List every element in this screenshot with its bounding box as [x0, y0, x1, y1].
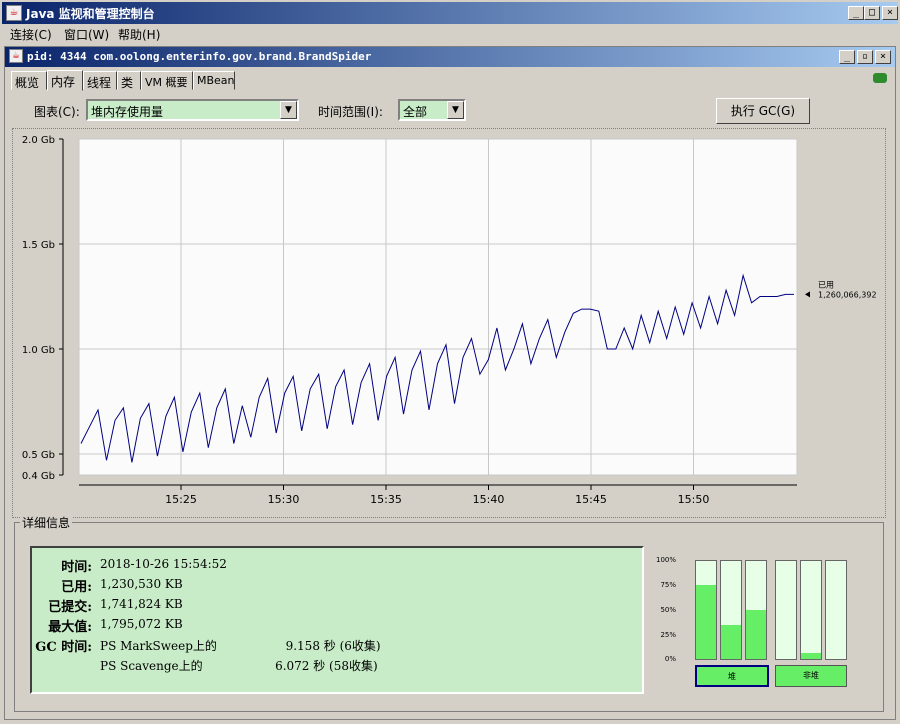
y-tick-label: 1.5 Gb — [22, 240, 55, 251]
chart-container: 2.0 Gb 1.5 Gb 1.0 Gb 0.5 Gb 0.4 Gb 15:25 15:3… — [12, 128, 886, 518]
committed-value: 1,741,824 KB — [100, 597, 183, 611]
pct-label: 75% — [660, 581, 676, 589]
current-value-marker-icon — [805, 291, 810, 298]
heap-pool-bar[interactable] — [745, 560, 767, 660]
range-select[interactable]: 全部 ▼ — [398, 99, 466, 121]
memory-pool-bars: 100% 75% 50% 25% 0% 堆 非堆 — [652, 554, 852, 694]
tab-overview[interactable]: 概览 — [11, 71, 47, 90]
pct-label: 25% — [660, 631, 676, 639]
window-title: Java 监视和管理控制台 — [26, 7, 155, 21]
heap-pool-fill — [746, 610, 766, 659]
y-tick-label: 1.0 Gb — [22, 345, 55, 356]
connection-titlebar[interactable]: ☕ pid: 4344 com.oolong.enterinfo.gov.bra… — [5, 47, 895, 67]
frame-restore-button[interactable]: ▫ — [857, 50, 873, 64]
menu-connect[interactable]: 连接(C) — [10, 26, 52, 43]
x-tick-label: 15:35 — [370, 493, 402, 506]
details-title: 详细信息 — [20, 514, 73, 531]
tab-memory[interactable]: 内存 — [47, 70, 83, 91]
nonheap-pool-fill — [801, 653, 821, 659]
heap-pool-bar[interactable] — [695, 560, 717, 660]
gc-scavenge-value: PS Scavenge上的 6.072 秒 (58收集) — [100, 659, 378, 673]
tab-threads[interactable]: 线程 — [83, 71, 117, 90]
tab-classes[interactable]: 类 — [117, 71, 141, 90]
memory-info: 时间: 2018-10-26 15:54:52 已用: 1,230,530 KB… — [30, 546, 644, 694]
menu-help[interactable]: 帮助(H) — [118, 26, 160, 43]
tab-mbean[interactable]: MBean — [193, 71, 235, 90]
menu-window[interactable]: 窗口(W) — [64, 26, 109, 43]
y-tick-label: 2.0 Gb — [22, 135, 55, 146]
pct-label: 50% — [660, 606, 676, 614]
heap-pool-fill — [721, 624, 741, 659]
heap-button[interactable]: 堆 — [695, 665, 769, 687]
nonheap-pool-bar[interactable] — [825, 560, 847, 660]
heap-usage-chart: 2.0 Gb 1.5 Gb 1.0 Gb 0.5 Gb 0.4 Gb 15:25 15:3… — [22, 135, 877, 506]
connection-status-icon — [873, 73, 887, 83]
time-value: 2018-10-26 15:54:52 — [100, 557, 227, 571]
java-icon: ☕ — [9, 49, 23, 63]
x-tick-label: 15:40 — [473, 493, 505, 506]
maximize-button[interactable]: □ — [864, 6, 880, 20]
y-tick-label: 0.4 Gb — [22, 471, 55, 482]
chevron-down-icon[interactable]: ▼ — [280, 101, 297, 119]
x-tick-label: 15:45 — [575, 493, 607, 506]
used-value: 1,230,530 KB — [100, 577, 183, 591]
committed-key: 已提交: — [48, 600, 92, 615]
frame-minimize-button[interactable]: _ — [839, 50, 855, 64]
connection-title: pid: 4344 com.oolong.enterinfo.gov.brand… — [27, 50, 372, 63]
close-button[interactable]: × — [882, 6, 898, 20]
current-label: 已用 — [818, 280, 834, 289]
heap-pool-fill — [696, 584, 716, 659]
pct-label: 0% — [664, 655, 676, 663]
chart-select[interactable]: 堆内存使用量 ▼ — [86, 99, 299, 121]
max-key: 最大值: — [48, 620, 92, 635]
used-key: 已用: — [61, 580, 92, 595]
x-tick-label: 15:50 — [678, 493, 710, 506]
pct-label: 100% — [655, 556, 676, 564]
current-value: 1,260,066,392 — [818, 290, 877, 299]
range-label: 时间范围(I): — [318, 105, 383, 119]
perform-gc-button[interactable]: 执行 GC(G) — [716, 98, 810, 124]
gc-marksweep-value: PS MarkSweep上的 9.158 秒 (6收集) — [100, 639, 381, 653]
range-select-value: 全部 — [403, 105, 428, 119]
y-tick-label: 0.5 Gb — [22, 450, 55, 461]
gc-time-key: GC 时间: — [35, 640, 92, 655]
frame-close-button[interactable]: × — [875, 50, 891, 64]
max-value: 1,795,072 KB — [100, 617, 183, 631]
heap-pool-bar[interactable] — [720, 560, 742, 660]
minimize-button[interactable]: _ — [848, 6, 864, 20]
x-tick-label: 15:30 — [268, 493, 300, 506]
nonheap-pool-bar[interactable] — [775, 560, 797, 660]
chevron-down-icon[interactable]: ▼ — [447, 101, 464, 119]
time-key: 时间: — [61, 560, 92, 575]
java-icon: ☕ — [6, 5, 22, 21]
tab-vm-summary[interactable]: VM 概要 — [141, 71, 193, 90]
window-titlebar[interactable]: ☕ Java 监视和管理控制台 _ □ × — [0, 0, 900, 24]
plot-area — [78, 138, 798, 476]
menu-bar: 连接(C) 窗口(W) 帮助(H) — [2, 24, 898, 44]
x-tick-label: 15:25 — [165, 493, 197, 506]
nonheap-button[interactable]: 非堆 — [775, 665, 847, 687]
chart-label: 图表(C): — [34, 105, 80, 119]
nonheap-pool-bar[interactable] — [800, 560, 822, 660]
chart-select-value: 堆内存使用量 — [91, 105, 164, 119]
